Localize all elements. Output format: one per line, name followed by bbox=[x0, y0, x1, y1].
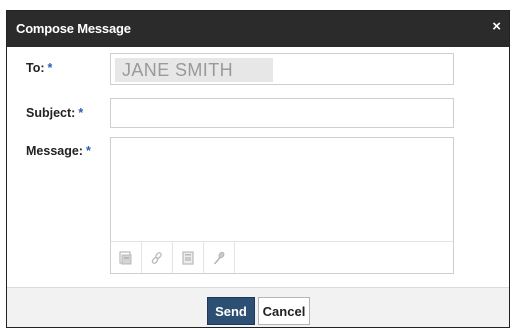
attach-link-button[interactable] bbox=[142, 242, 173, 273]
cancel-button[interactable]: Cancel bbox=[258, 297, 310, 325]
microphone-button[interactable] bbox=[204, 242, 235, 273]
recipient-chip[interactable]: JANE SMITH bbox=[115, 58, 273, 82]
subject-required-mark: * bbox=[78, 106, 84, 120]
attach-file-button[interactable] bbox=[173, 242, 204, 273]
to-required-mark: * bbox=[47, 61, 53, 75]
dialog-titlebar: Compose Message × bbox=[7, 11, 509, 47]
dialog-title: Compose Message bbox=[16, 21, 131, 36]
insert-image-button[interactable] bbox=[111, 242, 142, 273]
attach-link-icon bbox=[151, 251, 162, 264]
compose-message-dialog: Compose Message × To: * JANE SMITH Subjec… bbox=[6, 10, 510, 328]
message-textarea[interactable] bbox=[111, 138, 453, 241]
insert-image-icon bbox=[119, 250, 132, 264]
message-toolbar bbox=[111, 241, 453, 273]
to-label: To: * bbox=[26, 61, 52, 75]
message-required-mark: * bbox=[85, 144, 91, 158]
subject-input[interactable] bbox=[110, 98, 454, 128]
send-button[interactable]: Send bbox=[207, 297, 255, 325]
subject-label-text: Subject: bbox=[26, 106, 76, 120]
message-box bbox=[110, 137, 454, 274]
message-label: Message: * bbox=[26, 144, 91, 158]
subject-label: Subject: * bbox=[26, 106, 83, 120]
microphone-icon bbox=[214, 251, 225, 264]
close-icon[interactable]: × bbox=[492, 17, 501, 37]
to-field[interactable]: JANE SMITH bbox=[110, 53, 454, 85]
dialog-footer: Send Cancel bbox=[7, 287, 509, 327]
attach-file-icon bbox=[182, 250, 194, 265]
to-label-text: To: bbox=[26, 61, 45, 75]
message-label-text: Message: bbox=[26, 144, 83, 158]
